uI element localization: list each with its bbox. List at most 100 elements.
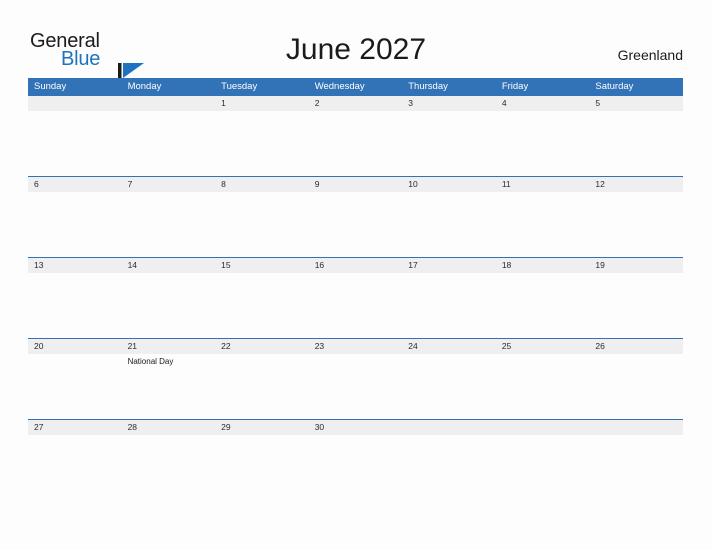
day-events-cell[interactable]	[215, 111, 309, 176]
day-number[interactable]: 30	[309, 420, 403, 435]
day-number[interactable]: 24	[402, 339, 496, 354]
day-events-cell[interactable]	[28, 192, 122, 257]
day-number[interactable]: 16	[309, 258, 403, 273]
day-events-cell[interactable]	[309, 354, 403, 419]
calendar-week-row: 27 28 29 30	[28, 419, 683, 500]
week-event-band	[28, 192, 683, 257]
day-number[interactable]: 26	[589, 339, 683, 354]
day-number[interactable]: 20	[28, 339, 122, 354]
day-events-cell	[402, 435, 496, 500]
day-number[interactable]: 21	[122, 339, 216, 354]
day-events-cell	[496, 435, 590, 500]
day-events-cell[interactable]	[28, 435, 122, 500]
weekday-header-row: Sunday Monday Tuesday Wednesday Thursday…	[28, 78, 683, 95]
day-number[interactable]: 7	[122, 177, 216, 192]
weekday-header-monday: Monday	[127, 81, 162, 92]
page-header: General Blue June 2027 Greenland	[0, 0, 712, 85]
country-label: Greenland	[617, 47, 683, 63]
weekday-header-thursday: Thursday	[408, 81, 448, 92]
day-number-empty	[28, 96, 122, 111]
week-date-band: 13 14 15 16 17 18 19	[28, 257, 683, 273]
day-number[interactable]: 23	[309, 339, 403, 354]
day-events-cell	[28, 111, 122, 176]
day-number-empty	[496, 420, 590, 435]
day-number-empty	[402, 420, 496, 435]
day-events-cell[interactable]	[215, 354, 309, 419]
day-number[interactable]: 19	[589, 258, 683, 273]
day-number[interactable]: 6	[28, 177, 122, 192]
day-events-cell[interactable]	[589, 273, 683, 338]
day-events-cell[interactable]	[309, 435, 403, 500]
week-date-band: 12345	[28, 95, 683, 111]
day-events-cell[interactable]	[309, 111, 403, 176]
calendar-grid: Sunday Monday Tuesday Wednesday Thursday…	[28, 78, 683, 500]
week-event-band	[28, 111, 683, 176]
day-number[interactable]: 11	[496, 177, 590, 192]
day-events-cell[interactable]	[402, 354, 496, 419]
calendar-week-row: 13 14 15 16 17 18 19	[28, 257, 683, 338]
day-events-cell[interactable]	[589, 354, 683, 419]
day-events-cell	[589, 435, 683, 500]
day-events-cell[interactable]: National Day	[122, 354, 216, 419]
day-events-cell[interactable]	[589, 192, 683, 257]
day-number[interactable]: 3	[402, 96, 496, 111]
calendar-week-row: 12345	[28, 95, 683, 176]
day-events-cell[interactable]	[28, 273, 122, 338]
day-number[interactable]: 15	[215, 258, 309, 273]
day-number[interactable]: 12	[589, 177, 683, 192]
calendar-weeks: 1 2 3 4 5 6 7 8 9 10 11 12 13 14 15 16 17 18 19 20 21 22 23 24 2…	[28, 95, 683, 500]
calendar-week-row: 6 7 8 9 10 11 12	[28, 176, 683, 257]
day-events-cell[interactable]	[215, 435, 309, 500]
weekday-header-sunday: Sunday	[34, 81, 67, 92]
holiday-event-label: National Day	[127, 357, 174, 366]
week-date-band: 20 21 22 23 24 25 26	[28, 338, 683, 354]
day-number[interactable]: 9	[309, 177, 403, 192]
day-number[interactable]: 22	[215, 339, 309, 354]
day-number[interactable]: 8	[215, 177, 309, 192]
day-number[interactable]: 13	[28, 258, 122, 273]
week-event-band	[28, 273, 683, 338]
week-date-band: 6 7 8 9 10 11 12	[28, 176, 683, 192]
day-events-cell[interactable]	[28, 354, 122, 419]
day-events-cell[interactable]	[496, 192, 590, 257]
day-events-cell	[122, 111, 216, 176]
weekday-header-saturday: Saturday	[595, 81, 634, 92]
day-number[interactable]: 29	[215, 420, 309, 435]
day-number[interactable]: 5	[589, 96, 683, 111]
day-events-cell[interactable]	[402, 273, 496, 338]
day-events-cell[interactable]	[122, 435, 216, 500]
day-events-cell[interactable]	[122, 273, 216, 338]
day-number[interactable]: 17	[402, 258, 496, 273]
calendar-week-row: 20 21 22 23 24 25 26 National Day	[28, 338, 683, 419]
day-events-cell[interactable]	[402, 192, 496, 257]
week-date-band: 27 28 29 30	[28, 419, 683, 435]
day-number[interactable]: 2	[309, 96, 403, 111]
weekday-header-friday: Friday	[501, 81, 529, 92]
calendar-page: General Blue June 2027 Greenland Sunday …	[0, 0, 712, 550]
day-events-cell[interactable]	[215, 192, 309, 257]
day-events-cell[interactable]	[122, 192, 216, 257]
day-number[interactable]: 4	[496, 96, 590, 111]
day-number[interactable]: 18	[496, 258, 590, 273]
day-events-cell[interactable]	[309, 192, 403, 257]
week-event-band	[28, 435, 683, 500]
day-number-empty	[589, 420, 683, 435]
day-events-cell[interactable]	[402, 111, 496, 176]
week-event-band: National Day	[28, 354, 683, 419]
day-number[interactable]: 10	[402, 177, 496, 192]
day-events-cell[interactable]	[496, 111, 590, 176]
day-events-cell[interactable]	[589, 111, 683, 176]
day-events-cell[interactable]	[496, 273, 590, 338]
weekday-header-tuesday: Tuesday	[221, 81, 258, 92]
day-number[interactable]: 14	[122, 258, 216, 273]
page-title: June 2027	[285, 33, 427, 66]
day-number[interactable]: 27	[28, 420, 122, 435]
day-events-cell[interactable]	[215, 273, 309, 338]
day-number[interactable]: 25	[496, 339, 590, 354]
day-events-cell[interactable]	[496, 354, 590, 419]
day-number[interactable]: 28	[122, 420, 216, 435]
day-number[interactable]: 1	[215, 96, 309, 111]
weekday-header-wednesday: Wednesday	[314, 81, 365, 92]
day-events-cell[interactable]	[309, 273, 403, 338]
day-number-empty	[122, 96, 216, 111]
